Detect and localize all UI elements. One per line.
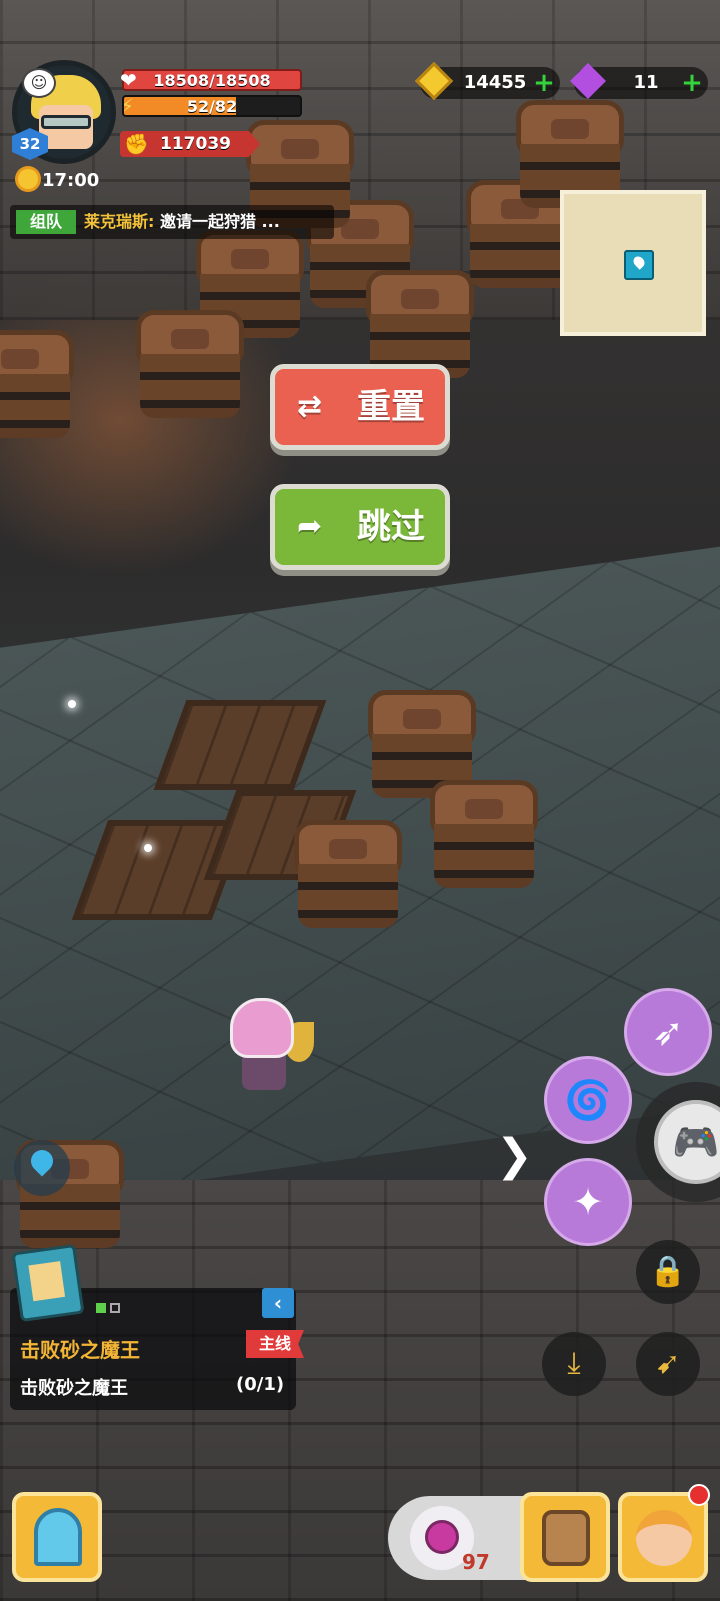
page-dot-active: [96, 1303, 106, 1313]
team-tag: 组队: [16, 210, 76, 234]
chat-text: 邀请一起狩猎 ...: [159, 212, 280, 231]
add-gold-button[interactable]: +: [532, 70, 556, 96]
main-quest-tag: 主线: [246, 1330, 304, 1358]
reset-label: 重置: [357, 387, 425, 427]
add-gems-button[interactable]: +: [680, 70, 704, 96]
character-button[interactable]: [618, 1492, 708, 1582]
page-dot: [110, 1303, 120, 1313]
quest-objective: 击败砂之魔王: [20, 1378, 128, 1399]
crossbow-icon: ➹: [655, 1346, 681, 1381]
chat-message: 莱克瑞斯: 邀请一起狩猎 ...: [84, 205, 280, 239]
potion-quickslot[interactable]: 97: [388, 1496, 538, 1580]
combat-power: ✊ 117039: [120, 131, 260, 157]
skill-tornado-button[interactable]: 🌀: [544, 1056, 632, 1144]
game-clock: 17:00: [18, 168, 99, 194]
barrel: [0, 330, 80, 440]
minimap[interactable]: [560, 190, 706, 336]
barrel: [288, 820, 408, 930]
sun-icon: [18, 169, 38, 189]
chat-sender: 莱克瑞斯:: [84, 212, 155, 231]
quest-progress: (0/1): [236, 1374, 285, 1395]
backpack-button[interactable]: [520, 1492, 610, 1582]
lock-icon: 🔒: [649, 1254, 687, 1289]
dodge-button[interactable]: ⤓: [542, 1332, 606, 1396]
gold-currency: 14455 +: [414, 61, 560, 101]
stamina-value: 52/82: [186, 97, 238, 116]
portal-icon: [34, 1508, 82, 1566]
gem-currency: 11 +: [570, 63, 708, 99]
crystal-shatter-icon: ✦: [572, 1180, 604, 1224]
target-lock-button[interactable]: 🔒: [636, 1240, 700, 1304]
sparkle: [68, 700, 76, 708]
skip-label: 跳过: [357, 507, 425, 547]
forward-arrow-icon: ➦: [297, 509, 323, 544]
location-button[interactable]: [14, 1140, 70, 1196]
skip-button[interactable]: ➦ 跳过: [270, 484, 450, 570]
skill-shatter-button[interactable]: ✦: [544, 1158, 632, 1246]
hero-portrait-icon: [636, 1510, 692, 1566]
barrel: [424, 780, 544, 890]
tornado-icon: 🌀: [564, 1078, 612, 1122]
swap-arrows-icon: ⇄: [297, 389, 323, 424]
skill-triple-arrow-button[interactable]: ➶: [624, 988, 712, 1076]
quest-page-dots: [96, 1298, 124, 1317]
player-character: [224, 998, 314, 1108]
potion-count: 97: [462, 1550, 490, 1574]
sparkle: [144, 844, 152, 852]
map-location-icon: [624, 250, 654, 280]
gamepad-icon: 🎮: [654, 1100, 720, 1184]
gem-value: 11: [633, 72, 659, 93]
emote-icon[interactable]: ☺: [22, 68, 56, 98]
location-pin-icon: [26, 1145, 58, 1177]
roll-icon: ⤓: [567, 1346, 581, 1381]
gold-value: 14455: [463, 72, 527, 93]
backpack-icon: [542, 1510, 590, 1566]
combat-power-value: 117039: [160, 134, 231, 154]
notification-dot: [688, 1484, 710, 1506]
quest-book-icon[interactable]: [11, 1243, 85, 1323]
triple-arrow-icon: ➶: [652, 1010, 684, 1054]
collapse-quest-button[interactable]: ‹: [262, 1288, 294, 1318]
quest-title: 击败砂之魔王: [20, 1338, 140, 1362]
weapon-switch-button[interactable]: ➹: [636, 1332, 700, 1396]
power-fist-icon: ✊: [124, 132, 149, 156]
team-chat-bar[interactable]: 组队 莱克瑞斯: 邀请一起狩猎 ...: [10, 205, 334, 239]
portal-button[interactable]: [12, 1492, 102, 1582]
game-time: 17:00: [42, 170, 100, 191]
stamina-bar: ⚡ 52/82: [122, 95, 302, 117]
barrel: [130, 310, 250, 420]
hp-bar: ❤ 18508/18508: [120, 68, 302, 92]
direction-arrow-icon: ❯: [496, 1130, 533, 1181]
reset-button[interactable]: ⇄ 重置: [270, 364, 450, 450]
hp-value: 18508/18508: [153, 71, 271, 90]
